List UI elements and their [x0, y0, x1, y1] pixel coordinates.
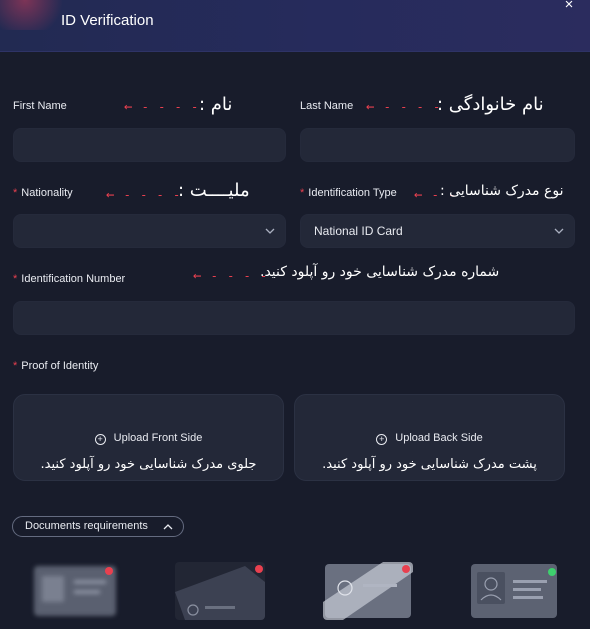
plus-circle-icon: +: [94, 434, 106, 445]
modal-header: ID Verification ×: [0, 0, 590, 52]
id-type-label: * Identification Type: [300, 187, 397, 199]
id-type-label-text: Identification Type: [308, 187, 397, 199]
id-number-label-text: Identification Number: [21, 273, 126, 285]
proof-label-text: Proof of Identity: [21, 360, 99, 372]
chevron-up-icon: [163, 524, 173, 530]
proof-label: * Proof of Identity: [13, 360, 99, 372]
annotation-arrow: ← - - - -: [106, 187, 182, 203]
annotation-arrow: ← - - - -: [124, 99, 200, 115]
upload-back-text: Upload Back Side: [395, 432, 483, 444]
upload-front-text: Upload Front Side: [113, 432, 203, 444]
upload-front-note: جلوی مدرک شناسایی خود رو آپلود کنید.: [40, 457, 257, 472]
upload-back-button[interactable]: + Upload Back Side پشت مدرک شناسایی خود ر…: [294, 394, 565, 481]
header-glow: [0, 0, 70, 30]
reject-badge-icon: [105, 567, 113, 575]
id-type-value: National ID Card: [314, 224, 403, 238]
document-example-glare: [323, 562, 413, 620]
nationality-note: ملیــــت :: [178, 180, 250, 201]
last-name-note: نام خانوادگی :: [437, 94, 544, 115]
chevron-down-icon: [265, 228, 275, 234]
upload-back-note: پشت مدرک شناسایی خود رو آپلود کنید.: [322, 457, 537, 472]
id-number-note: شماره مدرک شناسایی خود رو آپلود کنید.: [260, 264, 500, 280]
document-example-cropped: [175, 562, 265, 620]
plus-circle-icon: +: [376, 434, 388, 445]
reject-badge-icon: [255, 565, 263, 573]
id-type-note: نوع مدرک شناسایی :: [440, 183, 564, 199]
id-type-select[interactable]: National ID Card: [300, 214, 575, 248]
document-example-good: [469, 562, 559, 620]
first-name-input[interactable]: [13, 128, 286, 162]
chevron-down-icon: [554, 228, 564, 234]
first-name-note: نام :: [199, 94, 233, 115]
reject-badge-icon: [402, 565, 410, 573]
upload-back-label: + Upload Back Side: [295, 432, 564, 445]
approve-badge-icon: [548, 568, 556, 576]
documents-requirements-label: Documents requirements: [25, 520, 148, 532]
last-name-label: Last Name: [300, 100, 354, 112]
first-name-label: First Name: [13, 100, 67, 112]
nationality-label-text: Nationality: [21, 187, 73, 199]
annotation-arrow: ← - - - -: [366, 99, 442, 115]
annotation-arrow: ← - - - -: [193, 268, 269, 284]
nationality-select[interactable]: [13, 214, 286, 248]
id-number-input[interactable]: [13, 301, 575, 335]
last-name-input[interactable]: [300, 128, 575, 162]
nationality-label: * Nationality: [13, 187, 73, 199]
page-title: ID Verification: [61, 12, 154, 29]
upload-front-button[interactable]: + Upload Front Side جلوی مدرک شناسایی خود…: [13, 394, 284, 481]
close-icon[interactable]: ×: [560, 0, 578, 14]
documents-requirements-toggle[interactable]: Documents requirements: [12, 516, 184, 537]
upload-front-label: + Upload Front Side: [14, 432, 283, 445]
id-number-label: * Identification Number: [13, 273, 126, 285]
